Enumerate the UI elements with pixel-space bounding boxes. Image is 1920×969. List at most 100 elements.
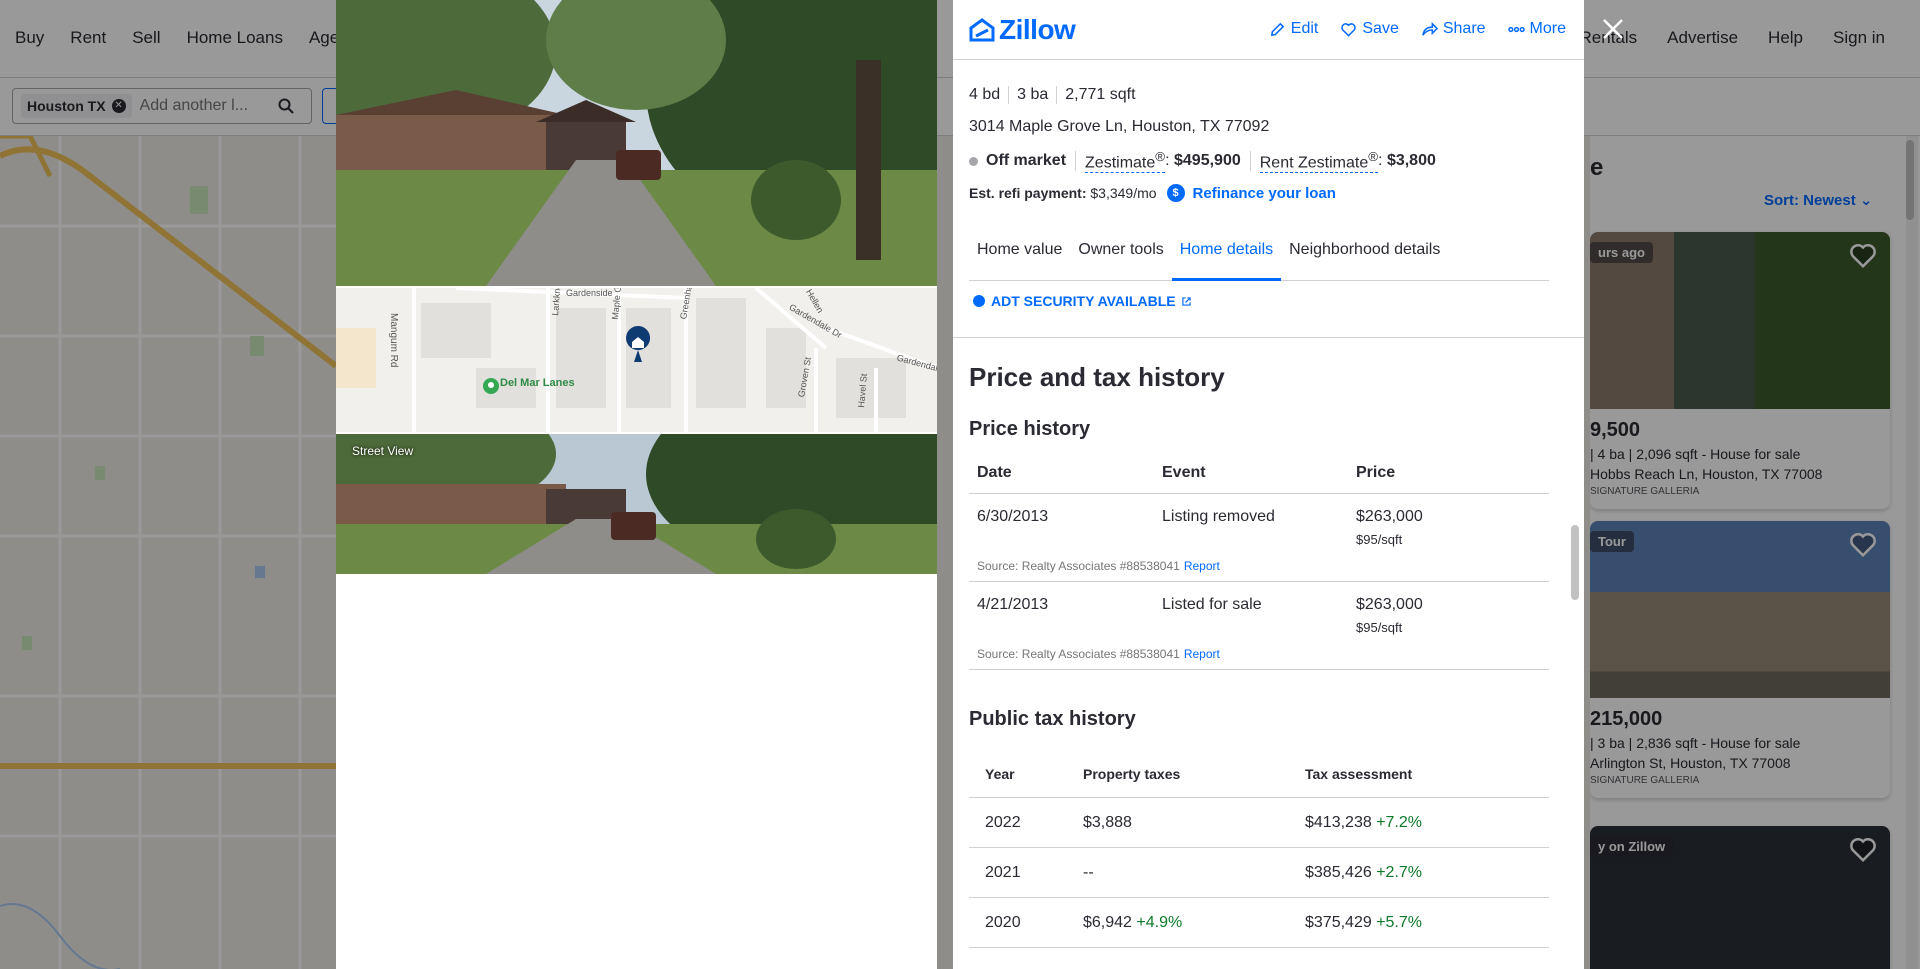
tab-neighborhood-details[interactable]: Neighborhood details: [1281, 224, 1448, 281]
more-button[interactable]: More: [1507, 20, 1566, 38]
edit-button[interactable]: Edit: [1269, 20, 1319, 38]
tax-history-title: Public tax history: [969, 708, 1136, 730]
registered-mark: ®: [1155, 149, 1166, 164]
row-date: 4/21/2013: [977, 596, 1049, 613]
source-text: Source: Realty Associates #88538041: [977, 647, 1180, 661]
report-link[interactable]: Report: [1184, 647, 1220, 661]
header-date: Date: [977, 464, 1012, 481]
poi-label: Del Mar Lanes: [500, 377, 575, 389]
table-row: 2022 $3,888 $413,238 +7.2%: [969, 798, 1549, 848]
price-history-table: Date Event Price 6/30/2013 Listing remov…: [969, 453, 1549, 670]
zestimate-label-text: Zestimate: [1085, 154, 1156, 172]
table-row: 6/30/2013 Listing removed $263,000 $95/s…: [969, 494, 1549, 582]
street-label: Mangum Rd: [388, 313, 399, 368]
share-label: Share: [1442, 20, 1486, 37]
row-taxes-cell: --: [1083, 864, 1305, 882]
section-divider: [953, 337, 1584, 338]
row-event: Listed for sale: [1162, 596, 1262, 613]
report-link[interactable]: Report: [1184, 559, 1220, 573]
header-price: Price: [1356, 464, 1396, 481]
adt-link[interactable]: ADT SECURITY AVAILABLE: [973, 293, 1191, 309]
registered-mark: ®: [1368, 149, 1379, 164]
row-event: Listing removed: [1162, 508, 1275, 525]
heart-icon: [1341, 22, 1357, 37]
row-assessment-cell: $375,429 +5.7%: [1305, 914, 1545, 932]
refi-label: Est. refi payment:: [969, 185, 1087, 201]
more-dots-icon: [1507, 26, 1525, 32]
zillow-logo[interactable]: Zillow: [969, 14, 1076, 46]
rent-zestimate-label-text: Rent Zestimate: [1259, 154, 1369, 172]
row-year: 2022: [985, 813, 1021, 831]
zestimate-label[interactable]: Zestimate®: [1085, 149, 1166, 174]
row-price: $263,000: [1356, 508, 1423, 525]
tab-owner-tools[interactable]: Owner tools: [1070, 224, 1171, 281]
detail-panel: Zillow Edit Save Share More 4 bd 3 ba 2,…: [953, 0, 1584, 969]
tab-home-value[interactable]: Home value: [969, 224, 1070, 281]
divider: [1075, 151, 1077, 172]
table-row: 2020 $6,942 +4.9% $375,429 +5.7%: [969, 898, 1549, 948]
street-view-label: Street View: [352, 444, 414, 458]
detail-scrollbar-thumb[interactable]: [1571, 525, 1579, 600]
tax-history-table: Year Property taxes Tax assessment 2022 …: [969, 750, 1549, 948]
row-taxes: --: [1083, 863, 1094, 881]
refi-value: $3,349/mo: [1090, 185, 1157, 201]
pencil-icon: [1270, 22, 1285, 36]
close-icon[interactable]: [1598, 14, 1628, 44]
row-taxes-change: +4.9%: [1136, 913, 1183, 931]
more-label: More: [1529, 20, 1566, 37]
street-view-photo: [336, 434, 937, 574]
detail-scrollbar[interactable]: [1568, 225, 1579, 969]
row-price: $263,000: [1356, 596, 1423, 613]
rent-zestimate-label[interactable]: Rent Zestimate®: [1259, 149, 1379, 174]
header-event: Event: [1162, 464, 1206, 481]
zestimate-value: $495,900: [1174, 152, 1241, 170]
tab-home-details[interactable]: Home details: [1171, 224, 1282, 281]
table-header: Date Event Price: [969, 453, 1549, 494]
rent-zestimate-value: $3,800: [1386, 152, 1436, 170]
share-icon: [1421, 21, 1438, 36]
detail-tabs: Home value Owner tools Home details Neig…: [969, 224, 1549, 281]
location-map[interactable]: Del Mar Lanes Mangum Rd Larkknolls Ln Ma…: [336, 288, 937, 432]
row-assessment: $385,426: [1305, 863, 1372, 881]
zillow-logo-icon: [969, 18, 995, 42]
logo-text: Zillow: [999, 14, 1076, 45]
edit-label: Edit: [1290, 20, 1319, 37]
photo-column: Del Mar Lanes Mangum Rd Larkknolls Ln Ma…: [336, 0, 937, 969]
row-assessment: $413,238: [1305, 813, 1372, 831]
external-link-icon: [1181, 296, 1191, 306]
source-text: Source: Realty Associates #88538041: [977, 559, 1180, 573]
status-row: Off market Zestimate®: $495,900 Rent Zes…: [969, 149, 1436, 174]
row-taxes: $6,942: [1083, 913, 1132, 931]
home-facts: 4 bd 3 ba 2,771 sqft: [969, 86, 1144, 104]
adt-label: ADT SECURITY AVAILABLE: [991, 293, 1176, 309]
row-source: Source: Realty Associates #88538041 Repor…: [977, 647, 1549, 661]
row-year: 2020: [985, 913, 1021, 931]
divider: [1249, 151, 1251, 172]
table-header: Year Property taxes Tax assessment: [969, 750, 1549, 798]
share-button[interactable]: Share: [1421, 20, 1486, 38]
save-label: Save: [1362, 20, 1399, 37]
baths: 3 ba: [1009, 86, 1058, 104]
street-label: Gardenside: [566, 288, 613, 298]
row-taxes-cell: $3,888: [1083, 814, 1305, 832]
row-date: 6/30/2013: [977, 508, 1049, 525]
row-assessment-change: +2.7%: [1376, 863, 1422, 881]
street-view-thumb[interactable]: Street View: [336, 434, 937, 574]
header-tax-assessment: Tax assessment: [1305, 765, 1413, 782]
save-button[interactable]: Save: [1340, 20, 1399, 38]
location-map-drawing: [336, 288, 937, 432]
beds: 4 bd: [969, 86, 1010, 104]
row-assessment-cell: $413,238 +7.2%: [1305, 814, 1545, 832]
header-actions: Edit Save Share More: [1269, 20, 1566, 38]
refinance-link[interactable]: Refinance your loan: [1193, 185, 1336, 202]
row-assessment-change: +7.2%: [1376, 813, 1422, 831]
price-history-title: Price history: [969, 418, 1091, 440]
status-dot: [969, 156, 978, 166]
main-photo[interactable]: [336, 0, 937, 286]
row-source: Source: Realty Associates #88538041 Repor…: [977, 559, 1549, 573]
row-assessment-cell: $385,426 +2.7%: [1305, 864, 1545, 882]
refi-row: Est. refi payment: $3,349/mo $ Refinance…: [969, 184, 1336, 202]
header-property-taxes: Property taxes: [1083, 765, 1181, 782]
section-title: Price and tax history: [969, 362, 1225, 392]
row-taxes-cell: $6,942 +4.9%: [1083, 914, 1305, 932]
